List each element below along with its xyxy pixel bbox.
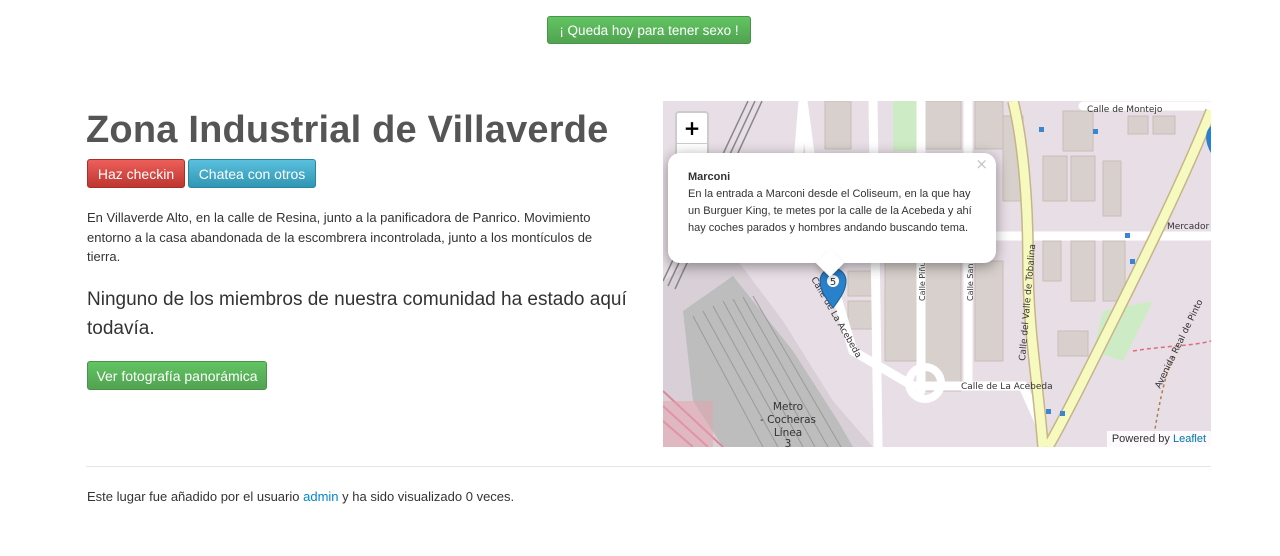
footer-divider [86,466,1211,467]
panorama-button[interactable]: Ver fotografía panorámica [87,361,267,390]
popup-body: En la entrada a Marconi desde el Coliseu… [688,188,972,234]
footer-user-link[interactable]: admin [303,489,338,504]
top-cta-button[interactable]: ¡ Queda hoy para tener sexo ! [547,16,751,44]
marker-number: 5 [830,277,836,288]
attribution-prefix: Powered by [1111,433,1170,445]
map-label-acebeda: Calle de La Acebeda [961,382,1053,392]
zoom-in-button[interactable]: + [677,113,707,143]
leaflet-link[interactable]: Leaflet [1173,433,1206,445]
popup-title: Marconi [688,171,731,183]
map-popup: × Marconi En la entrada a Marconi desde … [668,153,996,278]
map-label-metro-2: - Cocheras [760,414,816,426]
map-label-metro-1: Metro [773,401,803,413]
visitors-status-text: Ninguno de los miembros de nuestra comun… [87,289,627,339]
checkin-button[interactable]: Haz checkin [87,159,185,188]
chat-button[interactable]: Chatea con otros [188,159,316,188]
map-label-montejo: Calle de Montejo [1087,105,1163,115]
page-title: Zona Industrial de Villaverde [86,109,609,151]
map-label-metro-4: 3 [785,438,792,447]
footer-suffix: y ha sido visualizado 0 veces. [342,489,515,504]
map-label-mercadona: Mercador [1167,222,1209,232]
footer-text: Este lugar fue añadido por el usuario ad… [87,489,514,504]
map-label-san: Calle San [966,264,975,301]
footer-prefix: Este lugar fue añadido por el usuario [87,489,300,504]
popup-close-icon[interactable]: × [975,156,988,173]
map-attribution: Powered by Leaflet [1106,431,1211,447]
place-description: En Villaverde Alto, en la calle de Resin… [87,210,593,264]
map[interactable]: Calle de Montejo Avenida Real de Pinto C… [663,101,1211,447]
